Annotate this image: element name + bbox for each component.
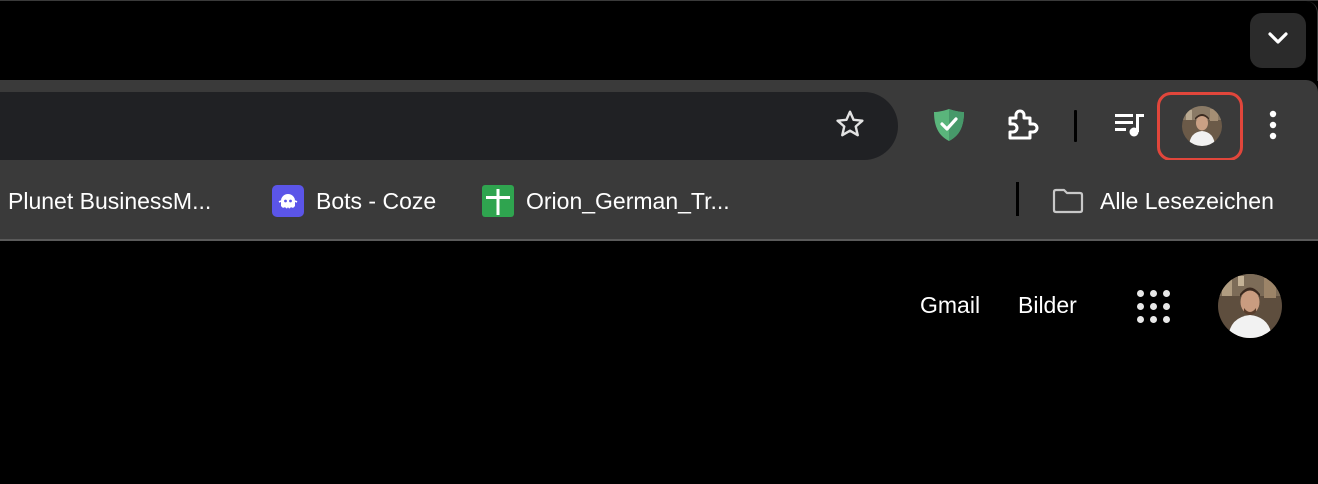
media-controls-icon <box>1113 110 1147 145</box>
chevron-down-icon <box>1267 31 1289 50</box>
bookmarks-separator <box>1016 182 1019 216</box>
three-dots-vertical-icon <box>1269 110 1277 145</box>
adguard-extension-button[interactable] <box>928 106 970 148</box>
bookmark-plunet[interactable]: Plunet BusinessM... <box>8 184 211 218</box>
bookmark-label: Alle Lesezeichen <box>1100 187 1274 214</box>
star-outline-icon <box>834 108 866 145</box>
extensions-puzzle-icon <box>1004 107 1040 148</box>
extensions-button[interactable] <box>1000 106 1044 148</box>
address-bar[interactable] <box>0 92 898 160</box>
folder-icon <box>1052 188 1084 214</box>
media-controls-button[interactable] <box>1110 108 1150 146</box>
window-corner <box>1304 1 1318 81</box>
toolbar-separator <box>1074 110 1077 142</box>
adguard-shield-icon <box>932 107 966 148</box>
images-link[interactable]: Bilder <box>1018 292 1077 319</box>
gmail-link[interactable]: Gmail <box>920 292 980 319</box>
toolbar <box>0 80 1318 161</box>
coze-ghost-icon <box>272 185 304 217</box>
apps-grid-icon[interactable] <box>1137 290 1171 324</box>
google-account-avatar[interactable] <box>1218 274 1282 338</box>
bookmark-label: Bots - Coze <box>316 187 437 214</box>
bookmark-bots-coze[interactable]: Bots - Coze <box>272 184 436 218</box>
google-sheets-icon <box>482 185 514 217</box>
all-bookmarks-button[interactable]: Alle Lesezeichen <box>1052 184 1274 218</box>
bookmark-star-button[interactable] <box>832 108 868 144</box>
bookmarks-bar: Plunet BusinessM... Bots - Coze Orion_Ge… <box>0 160 1318 241</box>
profile-avatar-button[interactable] <box>1182 106 1222 146</box>
tab-search-button[interactable] <box>1250 13 1306 68</box>
tab-strip <box>0 0 1318 81</box>
bookmark-label: Plunet BusinessM... <box>8 187 212 214</box>
avatar <box>1182 106 1222 146</box>
bookmark-label: Orion_German_Tr... <box>526 187 730 214</box>
avatar <box>1218 274 1282 338</box>
chrome-menu-button[interactable] <box>1258 106 1288 148</box>
bookmark-orion-german[interactable]: Orion_German_Tr... <box>482 184 730 218</box>
browser-window: Plunet BusinessM... Bots - Coze Orion_Ge… <box>0 0 1318 484</box>
